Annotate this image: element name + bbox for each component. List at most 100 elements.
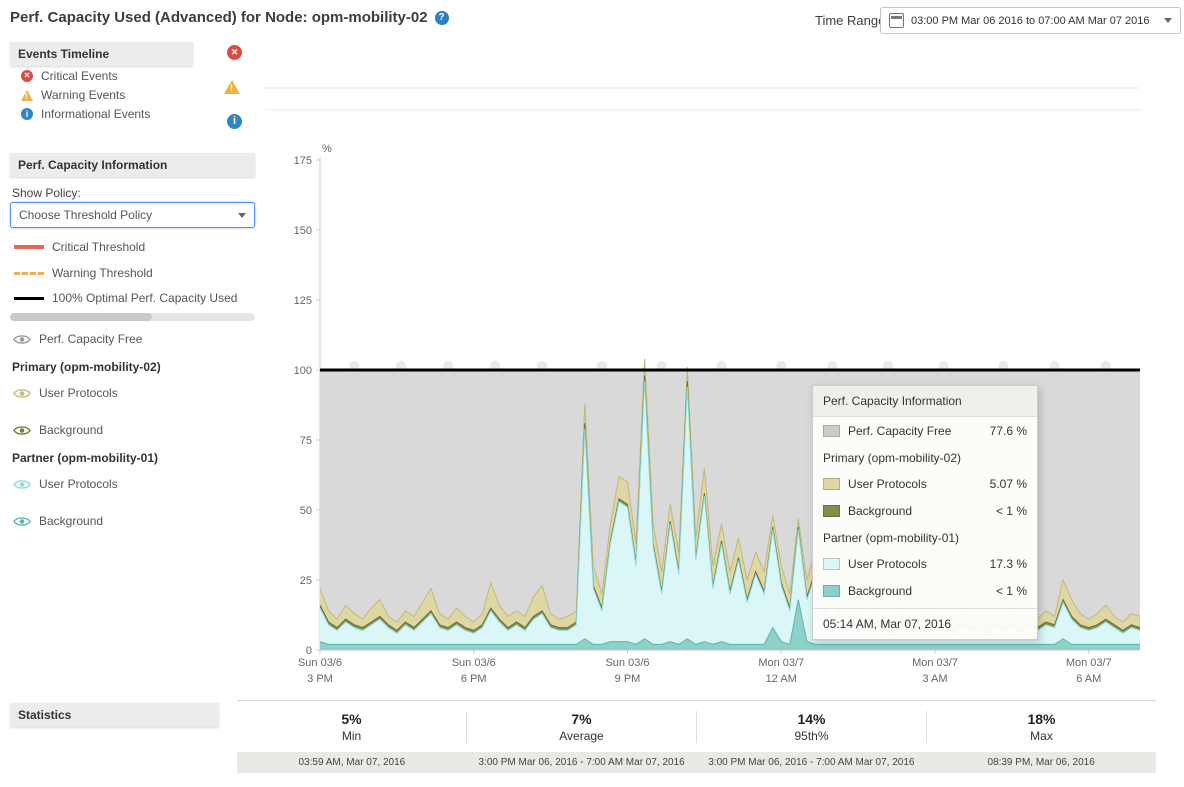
legend-optimal-line: 100% Optimal Perf. Capacity Used xyxy=(14,291,237,305)
legend-label: 100% Optimal Perf. Capacity Used xyxy=(52,291,237,305)
calendar-icon xyxy=(889,13,904,28)
legend-label: Informational Events xyxy=(41,107,150,121)
tooltip-value: 5.07 % xyxy=(990,477,1027,491)
chevron-down-icon xyxy=(1164,18,1172,23)
tooltip-row: Perf. Capacity Free 77.6 % xyxy=(813,417,1037,444)
series-swatch xyxy=(823,558,840,570)
eye-icon xyxy=(13,425,31,436)
svg-text:3 PM: 3 PM xyxy=(307,673,333,685)
info-icon xyxy=(21,108,33,120)
partner-node-group-label: Partner (opm-mobility-01) xyxy=(12,451,158,465)
threshold-policy-select[interactable]: Choose Threshold Policy xyxy=(10,202,255,228)
series-toggle-label: Perf. Capacity Free xyxy=(39,332,142,346)
stat-min: 5% Min xyxy=(237,711,466,743)
tooltip-row: Background < 1 % xyxy=(813,577,1037,604)
eye-icon xyxy=(13,479,31,490)
stat-label: Max xyxy=(927,729,1156,743)
legend-warning-threshold: Warning Threshold xyxy=(14,266,153,280)
stat-date: 03:59 AM, Mar 07, 2016 xyxy=(237,757,467,768)
perf-capacity-page: Perf. Capacity Used (Advanced) for Node:… xyxy=(0,0,1184,787)
stat-label: Min xyxy=(237,729,466,743)
stat-date: 3:00 PM Mar 06, 2016 - 7:00 AM Mar 07, 2… xyxy=(697,757,927,768)
svg-text:%: % xyxy=(322,143,332,155)
chevron-down-icon xyxy=(238,213,246,218)
tooltip-title: Perf. Capacity Information xyxy=(813,386,1037,417)
help-icon[interactable] xyxy=(435,11,449,25)
show-policy-label: Show Policy: xyxy=(12,186,81,200)
legend-scrollbar[interactable] xyxy=(10,313,255,321)
scrollbar-thumb[interactable] xyxy=(10,313,152,321)
stat-value: 14% xyxy=(697,711,926,727)
svg-text:Mon 03/7: Mon 03/7 xyxy=(1066,657,1112,669)
tooltip-group-label: Partner (opm-mobility-01) xyxy=(813,524,1037,550)
threshold-policy-value: Choose Threshold Policy xyxy=(19,208,238,222)
statistics-dates-row: 03:59 AM, Mar 07, 2016 3:00 PM Mar 06, 2… xyxy=(237,752,1156,773)
time-range-value: 03:00 PM Mar 06 2016 to 07:00 AM Mar 07 … xyxy=(911,15,1157,27)
critical-events-row-icon[interactable] xyxy=(227,45,242,60)
series-toggle-perf-capacity-free[interactable]: Perf. Capacity Free xyxy=(13,332,142,346)
warning-icon xyxy=(21,90,33,101)
svg-text:Sun 03/6: Sun 03/6 xyxy=(298,657,342,669)
svg-text:100: 100 xyxy=(294,365,312,377)
warning-events-row-icon[interactable] xyxy=(224,80,240,94)
eye-icon xyxy=(13,388,31,399)
stat-date: 08:39 PM, Mar 06, 2016 xyxy=(926,757,1156,768)
legend-warning-events: Warning Events xyxy=(21,88,125,102)
tooltip-timestamp: 05:14 AM, Mar 07, 2016 xyxy=(813,608,1037,639)
time-range-picker[interactable]: 03:00 PM Mar 06 2016 to 07:00 AM Mar 07 … xyxy=(880,7,1181,34)
page-title: Perf. Capacity Used (Advanced) for Node:… xyxy=(10,9,449,26)
svg-text:125: 125 xyxy=(294,295,312,307)
stat-average: 7% Average xyxy=(466,711,696,743)
optimal-line-swatch xyxy=(14,297,44,300)
stat-date: 3:00 PM Mar 06, 2016 - 7:00 AM Mar 07, 2… xyxy=(467,757,697,768)
svg-text:50: 50 xyxy=(300,505,312,517)
series-toggle-primary-background[interactable]: Background xyxy=(13,423,103,437)
time-range-label: Time Range xyxy=(815,13,885,28)
svg-text:175: 175 xyxy=(294,155,312,167)
legend-critical-events: Critical Events xyxy=(21,69,118,83)
statistics-panel: 5% Min 7% Average 14% 95th% 18% Max 03:5… xyxy=(237,700,1156,773)
tooltip-row: User Protocols 5.07 % xyxy=(813,470,1037,497)
tooltip-label: Background xyxy=(848,504,912,518)
chart-tooltip: Perf. Capacity Information Perf. Capacit… xyxy=(812,385,1038,640)
tooltip-label: User Protocols xyxy=(848,557,927,571)
series-toggle-partner-user-protocols[interactable]: User Protocols xyxy=(13,477,118,491)
tooltip-label: User Protocols xyxy=(848,477,927,491)
series-swatch xyxy=(823,425,840,437)
svg-text:Sun 03/6: Sun 03/6 xyxy=(452,657,496,669)
svg-text:12 AM: 12 AM xyxy=(766,673,797,685)
svg-text:75: 75 xyxy=(300,435,312,447)
info-events-row-icon[interactable] xyxy=(227,114,242,129)
critical-threshold-line xyxy=(14,245,44,249)
tooltip-value: < 1 % xyxy=(996,584,1027,598)
tooltip-label: Perf. Capacity Free xyxy=(848,424,951,438)
critical-icon xyxy=(21,70,33,82)
svg-text:Mon 03/7: Mon 03/7 xyxy=(912,657,958,669)
perf-capacity-info-header: Perf. Capacity Information xyxy=(10,153,255,177)
legend-label: Critical Events xyxy=(41,69,118,83)
tooltip-row: Background < 1 % xyxy=(813,497,1037,524)
svg-text:3 AM: 3 AM xyxy=(922,673,947,685)
stat-label: Average xyxy=(467,729,696,743)
svg-text:9 PM: 9 PM xyxy=(615,673,641,685)
events-timeline-header: Events Timeline xyxy=(10,42,193,66)
stat-value: 18% xyxy=(927,711,1156,727)
legend-critical-threshold: Critical Threshold xyxy=(14,240,145,254)
svg-text:Sun 03/6: Sun 03/6 xyxy=(605,657,649,669)
statistics-values-row: 5% Min 7% Average 14% 95th% 18% Max xyxy=(237,701,1156,752)
warning-threshold-line xyxy=(14,272,44,275)
series-swatch xyxy=(823,505,840,517)
series-toggle-partner-background[interactable]: Background xyxy=(13,514,103,528)
legend-label: Warning Events xyxy=(41,88,125,102)
series-toggle-primary-user-protocols[interactable]: User Protocols xyxy=(13,386,118,400)
stat-95th: 14% 95th% xyxy=(696,711,926,743)
series-toggle-label: User Protocols xyxy=(39,386,118,400)
stat-label: 95th% xyxy=(697,729,926,743)
eye-icon xyxy=(13,334,31,345)
tooltip-value: 17.3 % xyxy=(990,557,1027,571)
series-swatch xyxy=(823,585,840,597)
primary-node-group-label: Primary (opm-mobility-02) xyxy=(12,360,161,374)
tooltip-row: User Protocols 17.3 % xyxy=(813,550,1037,577)
series-toggle-label: User Protocols xyxy=(39,477,118,491)
tooltip-value: < 1 % xyxy=(996,504,1027,518)
